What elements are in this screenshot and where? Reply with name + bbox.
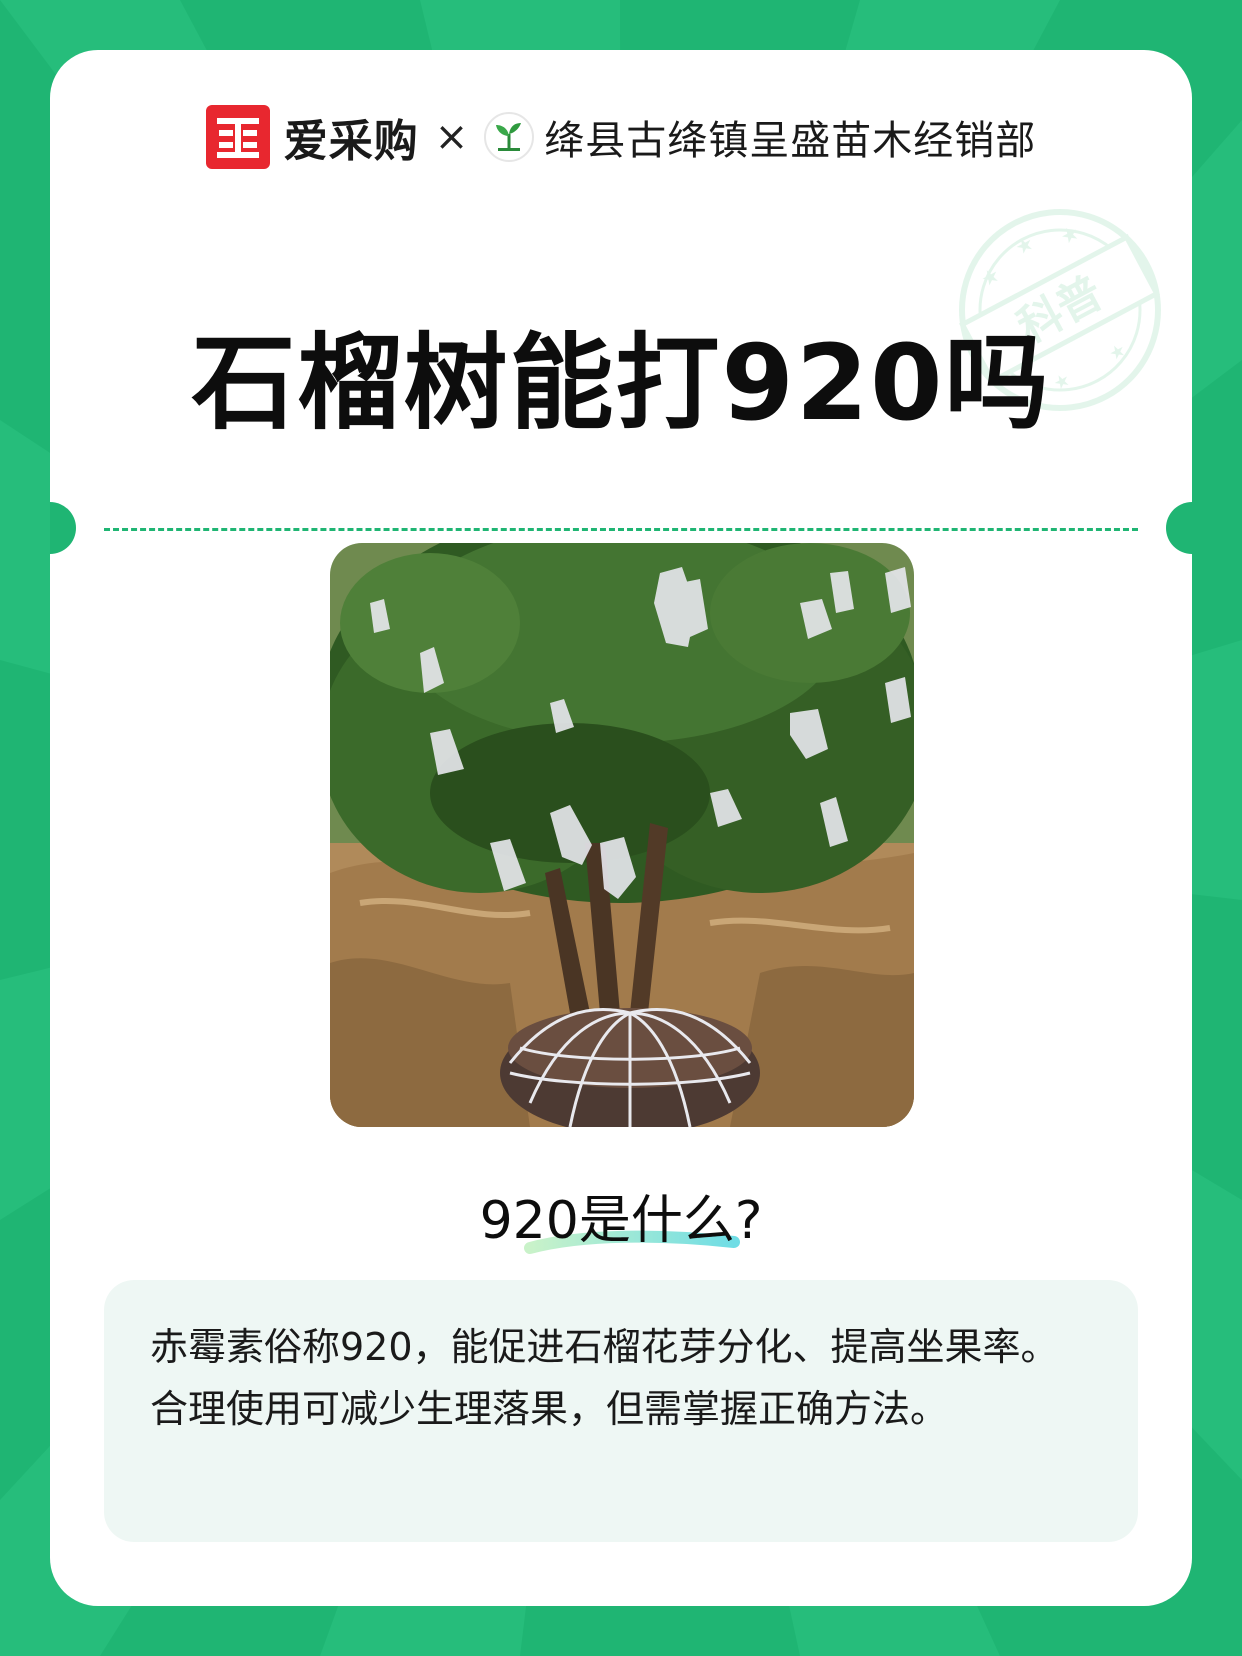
section-subtitle: 920是什么? xyxy=(480,1178,762,1254)
partner-name: 绛县古绛镇呈盛苗木经销部 xyxy=(544,118,1037,164)
ticket-notch-left xyxy=(50,502,76,554)
svg-text:★: ★ xyxy=(977,262,1004,292)
ticket-notch-right xyxy=(1166,502,1192,554)
brand-name: 爱采购 xyxy=(283,116,419,167)
description-text: 赤霉素俗称920，能促进石榴花芽分化、提高坐果率。合理使用可减少生理落果，但需掌… xyxy=(150,1325,1059,1431)
header: 爱采购 × 绛县古绛镇呈盛苗木经销部 xyxy=(50,102,1192,172)
brand-logo-icon xyxy=(216,118,259,158)
svg-text:★: ★ xyxy=(1056,220,1083,250)
partner-logo xyxy=(484,112,535,162)
brand-logo xyxy=(205,105,270,169)
pomegranate-tree-photo xyxy=(330,543,914,1127)
description-box: 赤霉素俗称920，能促进石榴花芽分化、提高坐果率。合理使用可减少生理落果，但需掌… xyxy=(104,1280,1138,1542)
page-title: 石榴树能打920吗 xyxy=(191,322,1051,444)
separator-times: × xyxy=(434,114,469,160)
dashed-divider xyxy=(104,528,1138,531)
content-card: 爱采购 × 绛县古绛镇呈盛苗木经销部 科普 ★ ★ ★ ★ ★ 石榴树能打920… xyxy=(50,50,1192,1606)
subtitle-row: 920是什么? xyxy=(50,1178,1192,1254)
sprout-icon xyxy=(496,123,522,151)
